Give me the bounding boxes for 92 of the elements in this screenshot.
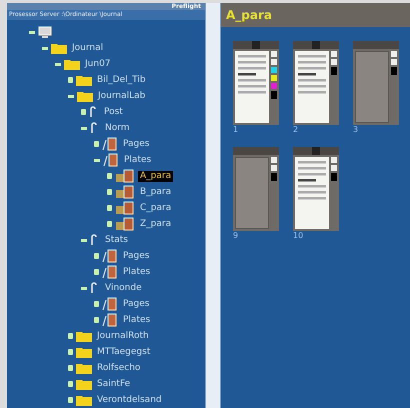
collapse-toggle-icon[interactable] bbox=[68, 94, 74, 98]
expand-toggle-icon[interactable] bbox=[107, 221, 112, 227]
plate-icon bbox=[115, 169, 135, 183]
thumbnail-header bbox=[233, 147, 279, 155]
tree-item[interactable]: Stats bbox=[103, 234, 130, 246]
thumbnail-label: 10 bbox=[293, 231, 304, 241]
folder-icon bbox=[77, 90, 93, 102]
ink-swatch bbox=[271, 91, 277, 99]
expand-toggle-icon[interactable] bbox=[107, 173, 112, 179]
expand-toggle-icon[interactable] bbox=[94, 141, 99, 147]
tree-item[interactable]: JournalLab bbox=[96, 90, 148, 102]
folder-icon bbox=[51, 42, 67, 54]
folder-icon bbox=[76, 74, 92, 86]
tree-item[interactable]: Pages bbox=[121, 250, 152, 262]
stacked-pages-icon bbox=[102, 297, 118, 311]
tree-item[interactable]: Pages bbox=[121, 138, 152, 150]
computer-icon bbox=[38, 26, 52, 38]
expand-toggle-icon[interactable] bbox=[107, 189, 112, 195]
tree-item[interactable]: B_para bbox=[138, 186, 174, 198]
page-thumbnail[interactable] bbox=[293, 147, 339, 231]
tree-item[interactable]: Norm bbox=[103, 122, 132, 134]
expand-toggle-icon[interactable] bbox=[68, 365, 73, 371]
ink-swatch bbox=[331, 67, 337, 75]
thumbnail-label: 9 bbox=[233, 231, 240, 241]
blank-page bbox=[355, 51, 389, 123]
expand-toggle-icon[interactable] bbox=[94, 269, 99, 275]
tree-item[interactable]: SaintFe bbox=[95, 378, 132, 390]
folder-icon bbox=[64, 58, 80, 70]
collapse-toggle-icon[interactable] bbox=[81, 286, 87, 290]
thumbnail-tab[interactable] bbox=[252, 41, 260, 49]
tree-item[interactable]: Z_para bbox=[138, 218, 174, 230]
tree-item[interactable]: JournalRoth bbox=[95, 330, 151, 342]
folder-icon bbox=[76, 378, 92, 390]
collapse-toggle-icon[interactable] bbox=[81, 238, 87, 242]
tree-item[interactable]: Verontdelsand bbox=[95, 394, 164, 406]
expand-toggle-icon[interactable] bbox=[68, 381, 73, 387]
tree-item[interactable]: C_para bbox=[138, 202, 174, 214]
expand-toggle-icon[interactable] bbox=[68, 77, 73, 83]
collapse-toggle-icon[interactable] bbox=[29, 30, 35, 34]
stacked-pages-icon bbox=[102, 265, 118, 279]
stacked-pages-icon bbox=[102, 313, 118, 327]
expand-toggle-icon[interactable] bbox=[68, 349, 73, 355]
tree-item[interactable]: Journal bbox=[70, 42, 106, 54]
page-thumbnail[interactable] bbox=[293, 41, 339, 125]
page-preview-drawing bbox=[295, 157, 329, 229]
ink-swatch bbox=[391, 67, 397, 75]
expand-toggle-icon[interactable] bbox=[81, 109, 86, 115]
blank-page bbox=[235, 157, 269, 229]
expand-toggle-icon[interactable] bbox=[94, 301, 99, 307]
ink-swatch bbox=[331, 173, 337, 181]
expand-toggle-icon[interactable] bbox=[107, 205, 112, 211]
tree-item[interactable]: A_para bbox=[138, 170, 174, 182]
expand-toggle-icon[interactable] bbox=[94, 317, 99, 323]
folder-icon bbox=[76, 394, 92, 406]
tree-item[interactable]: Bil_Del_Tib bbox=[95, 74, 148, 86]
tree-item[interactable]: Plates bbox=[121, 314, 152, 326]
tree-item[interactable]: Pages bbox=[121, 298, 152, 310]
stacked-pages-icon bbox=[102, 249, 118, 263]
stacked-pages-icon bbox=[103, 153, 119, 167]
tree-item[interactable]: MTTaegegst bbox=[95, 346, 152, 358]
collapse-toggle-icon[interactable] bbox=[94, 158, 100, 162]
folder-icon bbox=[76, 346, 92, 358]
thumbnail-header bbox=[353, 41, 399, 49]
collapse-toggle-icon[interactable] bbox=[81, 126, 87, 130]
collapse-toggle-icon[interactable] bbox=[55, 62, 61, 66]
tree-item[interactable]: Jun07 bbox=[83, 58, 113, 70]
folder-icon bbox=[76, 330, 92, 342]
ink-swatch bbox=[271, 173, 277, 181]
thumbnail-label: 3 bbox=[353, 125, 360, 135]
page-thumbnail[interactable] bbox=[233, 41, 279, 125]
plate-icon bbox=[115, 201, 135, 215]
tree-item[interactable]: Plates bbox=[122, 154, 154, 166]
thumbnail-label: 2 bbox=[293, 125, 300, 135]
folder-icon bbox=[76, 362, 92, 374]
page-preview-drawing bbox=[295, 51, 329, 123]
expand-toggle-icon[interactable] bbox=[68, 333, 73, 339]
stacked-pages-icon bbox=[102, 137, 118, 151]
plate-icon bbox=[115, 217, 135, 231]
tree-item[interactable]: Plates bbox=[121, 266, 152, 278]
expand-toggle-icon[interactable] bbox=[94, 253, 99, 259]
thumbnail-tab[interactable] bbox=[312, 147, 320, 155]
tree-item[interactable]: Rolfsecho bbox=[95, 362, 142, 374]
panel-title: A_para bbox=[226, 7, 272, 24]
plate-icon bbox=[115, 185, 135, 199]
collapse-toggle-icon[interactable] bbox=[42, 46, 48, 50]
page-preview-drawing bbox=[235, 51, 269, 123]
tree-item[interactable]: Post bbox=[102, 106, 125, 118]
splitter[interactable] bbox=[205, 3, 221, 408]
thumbnail-tab[interactable] bbox=[312, 41, 320, 49]
thumbnail-label: 1 bbox=[233, 125, 240, 135]
tree-item[interactable]: Vinonde bbox=[103, 282, 144, 294]
expand-toggle-icon[interactable] bbox=[68, 397, 73, 403]
